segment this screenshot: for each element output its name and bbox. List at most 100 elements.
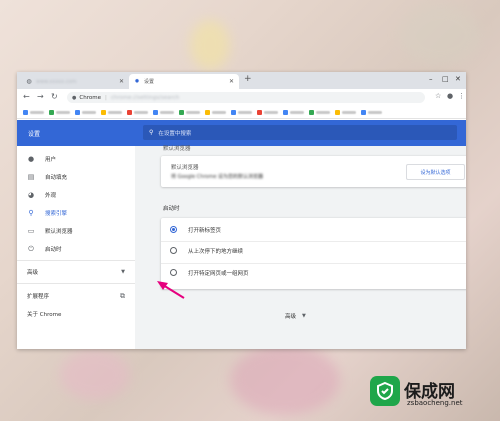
bookmark-item[interactable] [231, 109, 252, 115]
radio-button[interactable] [170, 247, 177, 254]
bookmark-item[interactable] [361, 109, 382, 115]
bookmark-item[interactable] [23, 109, 44, 115]
default-browser-card: 默认浏览器 将 Google Chrome 设为您的默认浏览器 设为默认选项 [161, 156, 466, 187]
sidebar-item-label: 用户 [45, 157, 57, 163]
bookmark-item[interactable] [49, 109, 70, 115]
gear-icon: ✹ [134, 78, 140, 85]
sidebar-extensions[interactable]: 扩展程序 ⧉ [27, 291, 125, 301]
tab-label: 设置 [144, 79, 155, 85]
settings-main: 默认浏览器 默认浏览器 将 Google Chrome 设为您的默认浏览器 设为… [135, 146, 466, 349]
sidebar-item-label: 启动时 [45, 247, 62, 253]
sidebar-item-label: 外观 [45, 193, 57, 199]
background-blossom [400, 5, 480, 65]
bookmark-item[interactable] [75, 109, 96, 115]
address-bar: ← → ↻ ● Chrome | chrome://settings/searc… [17, 89, 466, 106]
watermark-url: zsbaocheng.net [407, 399, 463, 407]
sidebar-item-appearance[interactable]: ◕ 外观 [27, 190, 56, 200]
browser-icon: ▭ [27, 227, 35, 235]
tab-strip: ◍ www.xxxxx.com ✕ ✹ 设置 ✕ + – □ ✕ [17, 72, 466, 89]
bookmark-star-icon[interactable]: ☆ [435, 92, 441, 100]
sidebar-item-label: 自动填充 [45, 175, 68, 181]
menu-icon[interactable]: ⋮ [458, 92, 465, 100]
omnibox-url: chrome://settings/search [110, 94, 180, 101]
tab-settings[interactable]: ✹ 设置 ✕ [129, 74, 239, 89]
default-browser-subtitle: 将 Google Chrome 设为您的默认浏览器 [171, 174, 264, 180]
bookmarks-bar [17, 106, 466, 119]
chrome-window: ◍ www.xxxxx.com ✕ ✹ 设置 ✕ + – □ ✕ ← → ↻ ●… [17, 72, 466, 349]
sidebar-item-default-browser[interactable]: ▭ 默认浏览器 [27, 226, 73, 236]
globe-icon: ◍ [26, 78, 32, 85]
omnibox-site: Chrome [79, 94, 101, 101]
search-icon: ⚲ [149, 129, 154, 136]
startup-option-label: 从上次停下的地方继续 [188, 249, 244, 255]
sidebar-about-label: 关于 Chrome [27, 312, 62, 318]
make-default-button[interactable]: 设为默认选项 [406, 164, 465, 180]
page-title: 设置 [28, 131, 41, 138]
shield-icon [377, 381, 393, 401]
section-title-default-browser: 默认浏览器 [163, 146, 191, 152]
watermark-logo [370, 376, 400, 406]
bookmark-item[interactable] [127, 109, 148, 115]
account-icon[interactable]: ● [447, 92, 453, 100]
background-blossom [230, 345, 340, 415]
back-icon[interactable]: ← [23, 92, 30, 101]
bookmark-item[interactable] [257, 109, 278, 115]
close-tab-icon[interactable]: ✕ [119, 78, 124, 85]
maximize-button[interactable]: □ [442, 75, 449, 83]
forward-icon[interactable]: → [37, 92, 44, 101]
omnibox[interactable]: ● Chrome | chrome://settings/search [67, 92, 425, 103]
info-icon: ● [72, 94, 77, 101]
radio-button[interactable] [170, 269, 177, 276]
settings-search-input[interactable]: ⚲ 在设置中搜索 [143, 125, 457, 140]
caret-down-icon: ▼ [302, 313, 306, 319]
startup-option-label: 打开特定网页或一组网页 [188, 271, 249, 277]
sidebar-item-autofill[interactable]: ▤ 自动填充 [27, 172, 67, 182]
bookmark-item[interactable] [153, 109, 174, 115]
search-icon: ⚲ [28, 209, 34, 217]
background-blossom [60, 350, 130, 400]
close-tab-icon[interactable]: ✕ [229, 78, 234, 85]
palette-icon: ◕ [27, 191, 35, 199]
search-placeholder: 在设置中搜索 [158, 130, 192, 137]
advanced-footer-label: 高级 [285, 314, 297, 320]
reload-icon[interactable]: ↻ [51, 92, 58, 101]
sidebar-item-label: 搜索引擎 [45, 211, 68, 217]
sidebar-about-chrome[interactable]: 关于 Chrome [27, 309, 61, 319]
sidebar-advanced[interactable]: 高级 ▼ [27, 267, 125, 277]
sidebar-item-label: 默认浏览器 [45, 229, 73, 235]
sidebar-divider [17, 283, 135, 284]
sidebar-item-people[interactable]: ● 用户 [27, 154, 56, 164]
advanced-footer-toggle[interactable]: 高级 ▼ [285, 312, 306, 320]
option-divider [161, 263, 466, 264]
bookmark-item[interactable] [179, 109, 200, 115]
sidebar: ● 用户 ▤ 自动填充 ◕ 外观 ⚲ 搜索引擎 ▭ 默认浏览器 ⏻ 启动时 高级… [17, 146, 135, 349]
bookmark-item[interactable] [283, 109, 304, 115]
background-blossom [190, 20, 230, 70]
option-divider [161, 241, 466, 242]
sidebar-advanced-label: 高级 [27, 270, 39, 276]
startup-option-label: 打开新标签页 [188, 228, 222, 234]
bookmark-item[interactable] [309, 109, 330, 115]
default-browser-title: 默认浏览器 [171, 165, 199, 171]
sidebar-divider [17, 260, 135, 261]
clipboard-icon: ▤ [27, 173, 35, 181]
external-link-icon: ⧉ [120, 291, 125, 300]
person-icon: ● [27, 155, 35, 163]
sidebar-extensions-label: 扩展程序 [27, 294, 50, 300]
caret-down-icon: ▼ [121, 269, 125, 275]
sidebar-item-on-startup[interactable]: ⏻ 启动时 [27, 244, 62, 254]
bookmark-item[interactable] [101, 109, 122, 115]
bookmark-item[interactable] [335, 109, 356, 115]
tab-website[interactable]: ◍ www.xxxxx.com ✕ [21, 74, 129, 89]
new-tab-button[interactable]: + [244, 74, 252, 84]
close-window-button[interactable]: ✕ [455, 75, 461, 83]
power-icon: ⏻ [28, 244, 34, 253]
on-startup-card: 打开新标签页 从上次停下的地方继续 打开特定网页或一组网页 [161, 218, 466, 289]
section-title-on-startup: 启动时 [163, 206, 180, 212]
make-default-label: 设为默认选项 [420, 169, 451, 176]
sidebar-item-search-engine[interactable]: ⚲ 搜索引擎 [27, 208, 67, 218]
minimize-button[interactable]: – [429, 75, 433, 83]
tab-label: www.xxxxx.com [36, 78, 77, 85]
bookmark-item[interactable] [205, 109, 226, 115]
radio-button-selected[interactable] [170, 226, 177, 233]
